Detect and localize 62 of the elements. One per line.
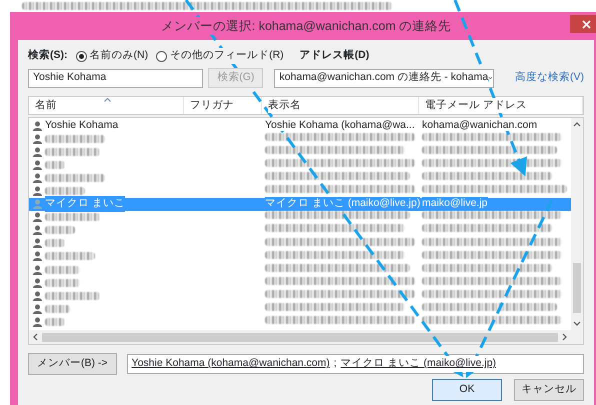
cancel-button[interactable]: キャンセル xyxy=(514,379,584,401)
blurred-text xyxy=(45,278,80,287)
column-header[interactable]: 名前 xyxy=(29,97,184,114)
blurred-text xyxy=(45,252,95,260)
person-icon xyxy=(33,238,42,248)
member-entry[interactable]: マイクロ まいこ (maiko@live.jp) xyxy=(340,356,496,372)
search-label: 検索(S): xyxy=(28,48,68,64)
radio-label[interactable]: その他のフィールド(R) xyxy=(170,48,284,64)
blurred-text xyxy=(45,134,105,143)
person-icon xyxy=(33,186,42,196)
table-cell: Yoshie Kohama (kohama@wa... xyxy=(265,118,415,131)
person-icon xyxy=(33,251,42,262)
close-button[interactable] xyxy=(570,15,596,33)
person-icon xyxy=(33,304,42,314)
search-field[interactable]: Yoshie Kohama xyxy=(28,68,204,88)
blurred-text xyxy=(45,187,85,196)
person-icon xyxy=(33,160,42,170)
person-icon xyxy=(33,264,42,275)
close-icon xyxy=(582,20,590,28)
person-icon xyxy=(33,278,42,288)
person-icon xyxy=(33,199,42,210)
table-row[interactable]: Yoshie Kohama Yoshie Kohama (kohama@wa... kohama@wanichan.com xyxy=(29,119,571,132)
dialog-title: メンバーの選択: kohama@wanichan.com の連絡先 xyxy=(160,16,452,36)
person-icon xyxy=(33,146,42,157)
person-icon xyxy=(33,290,42,301)
person-icon xyxy=(33,172,42,183)
person-icon xyxy=(33,316,42,327)
address-book-dropdown[interactable]: kohama@wanichan.com の連絡先 - kohama xyxy=(274,68,494,88)
blurred-text xyxy=(45,292,100,300)
scroll-up-icon[interactable] xyxy=(573,122,581,127)
table-cell: マイクロ まいこ (maiko@live.jp) xyxy=(265,197,420,210)
radio-button[interactable] xyxy=(156,50,168,62)
blurred-text xyxy=(45,213,100,222)
blurred-text xyxy=(45,148,100,156)
blurred-text xyxy=(45,160,65,169)
scrollbar-thumb[interactable] xyxy=(573,263,581,313)
person-icon xyxy=(33,225,42,236)
table-cell: kohama@wanichan.com xyxy=(422,118,538,131)
horizontal-scrollbar[interactable] xyxy=(29,330,583,344)
advanced-search-link[interactable]: 高度な検索(V) xyxy=(515,70,584,86)
blurred-text xyxy=(45,318,65,326)
blurred-text xyxy=(45,304,70,313)
column-header[interactable]: 表示名 xyxy=(262,97,419,114)
blurred-text xyxy=(45,174,105,182)
blurred-text xyxy=(45,226,75,234)
person-icon xyxy=(33,134,42,144)
members-button[interactable]: メンバー(B) -> xyxy=(28,353,117,375)
scroll-down-icon[interactable] xyxy=(573,321,581,326)
table-cell: maiko@live.jp xyxy=(422,197,488,210)
radio-button[interactable] xyxy=(76,50,86,62)
table-cell: マイクロ まいこ xyxy=(45,196,125,212)
person-icon xyxy=(33,120,42,131)
scroll-right-icon[interactable] xyxy=(562,333,567,341)
separator: ; xyxy=(334,356,337,372)
person-icon xyxy=(33,212,42,222)
sort-caret-icon xyxy=(104,98,111,102)
ok-button[interactable]: OK xyxy=(432,379,502,401)
vertical-scrollbar[interactable] xyxy=(571,118,583,330)
members-field[interactable]: Yoshie Kohama (kohama@wanichan.com) ; マイクロ まいこ (maiko@live.jp) xyxy=(126,354,584,374)
blurred-text xyxy=(45,239,65,248)
blurred-text xyxy=(45,266,80,274)
scroll-left-icon[interactable] xyxy=(33,333,38,341)
